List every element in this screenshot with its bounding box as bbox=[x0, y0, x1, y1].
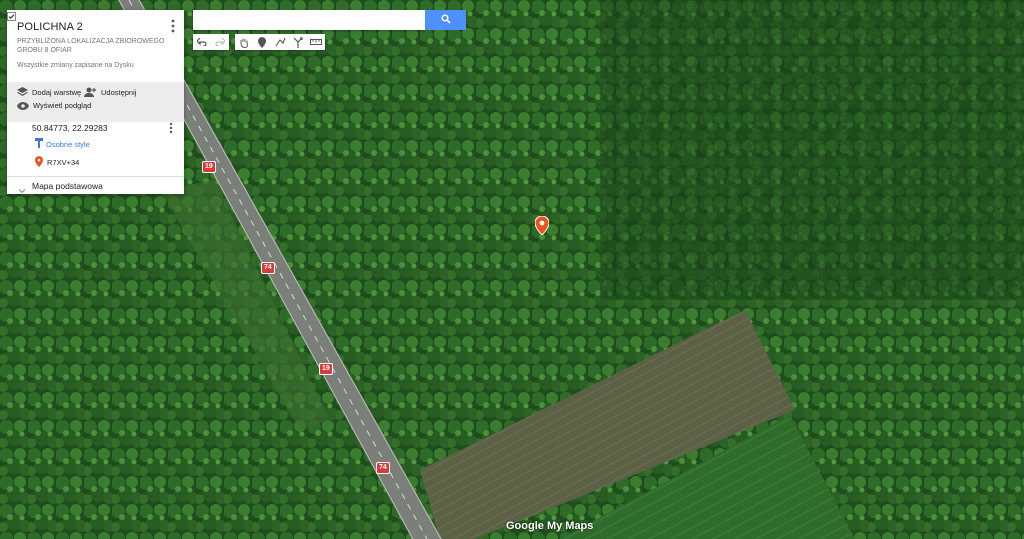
search-icon bbox=[440, 13, 451, 27]
layer-item-label: R7XV+34 bbox=[47, 158, 80, 167]
add-layer-label: Dodaj warstwę bbox=[32, 87, 82, 97]
directions-icon[interactable] bbox=[289, 34, 307, 50]
draw-line-icon[interactable] bbox=[271, 34, 289, 50]
panel-actions: Dodaj warstwę Udostępnij Wyświetl podglą… bbox=[7, 82, 184, 122]
checkbox-icon[interactable] bbox=[7, 10, 16, 24]
road-shield-19: 19 bbox=[319, 363, 333, 375]
map-title[interactable]: POLICHNA 2 bbox=[17, 21, 83, 33]
ruler-icon[interactable] bbox=[307, 34, 325, 50]
hand-icon[interactable] bbox=[235, 34, 253, 50]
redo-icon[interactable] bbox=[211, 34, 229, 50]
layers-icon bbox=[17, 87, 28, 97]
add-layer-button[interactable]: Dodaj warstwę bbox=[17, 87, 81, 97]
map-panel: POLICHNA 2 PRZYBLIŻONA LOKALIZACJA ZBIOR… bbox=[7, 10, 184, 194]
layer-style-label: Osobne style bbox=[46, 139, 90, 149]
undo-icon[interactable] bbox=[193, 34, 211, 50]
search-button[interactable] bbox=[425, 10, 466, 30]
layer-name[interactable]: 50.84773, 22.29283 bbox=[32, 123, 108, 133]
share-label: Udostępnij bbox=[101, 87, 137, 97]
road-shield-74: 74 bbox=[261, 262, 275, 274]
base-map-row[interactable]: Mapa podstawowa bbox=[7, 176, 184, 195]
menu-dots-icon[interactable] bbox=[168, 19, 178, 33]
history-group bbox=[193, 34, 229, 50]
layer-item[interactable]: R7XV+34 bbox=[35, 156, 79, 169]
road-shield-19: 19 bbox=[202, 161, 216, 173]
base-map-label: Mapa podstawowa bbox=[32, 181, 103, 191]
add-person-icon bbox=[84, 87, 97, 97]
preview-label: Wyświetl podgląd bbox=[33, 101, 92, 110]
layer-style-link[interactable]: Osobne style bbox=[35, 138, 90, 150]
map-description[interactable]: PRZYBLIŻONA LOKALIZACJA ZBIOROWEGO GROBU… bbox=[17, 37, 167, 55]
share-button[interactable]: Udostępnij bbox=[84, 87, 136, 97]
tools-group bbox=[235, 34, 325, 50]
chevron-icon[interactable] bbox=[18, 183, 26, 197]
preview-button[interactable]: Wyświetl podgląd bbox=[17, 101, 91, 110]
layer-menu-icon[interactable] bbox=[168, 122, 174, 137]
pin-icon[interactable] bbox=[253, 34, 271, 50]
place-marker-icon[interactable] bbox=[534, 215, 550, 238]
eye-icon bbox=[17, 101, 29, 110]
road-shield-74: 74 bbox=[376, 462, 390, 474]
map-toolbar bbox=[193, 34, 331, 50]
save-status: Wszystkie zmiany zapisane na Dysku bbox=[17, 62, 134, 69]
paint-roller-icon bbox=[35, 138, 43, 150]
place-marker-icon bbox=[35, 156, 43, 169]
google-my-maps-logo: Google My Maps bbox=[506, 520, 594, 532]
search-input[interactable] bbox=[193, 10, 425, 30]
